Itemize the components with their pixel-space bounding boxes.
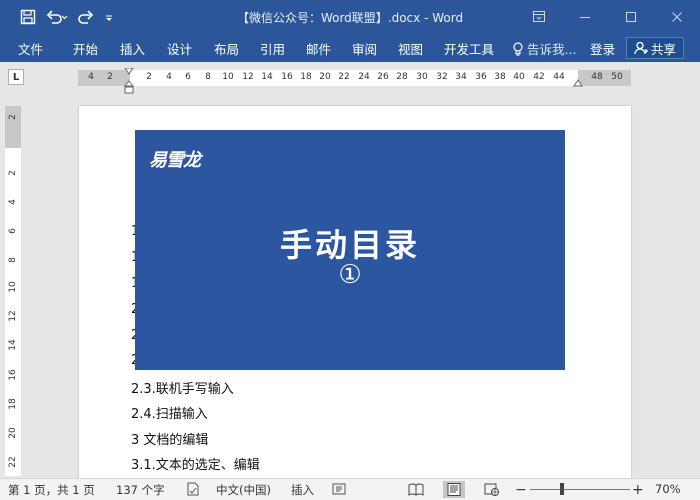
ruler-tick: 10 xyxy=(222,72,234,82)
ruler-tick: 48 xyxy=(591,72,603,82)
tab-design[interactable]: 设计 xyxy=(167,39,192,58)
ruler-tick: 34 xyxy=(455,72,467,82)
status-bar: 第 1 页，共 1 页 137 个字 中文(中国) 插入 − + 70% xyxy=(0,478,700,500)
ruler-tick: 22 xyxy=(338,72,350,82)
share-button[interactable]: 共享 xyxy=(626,37,684,59)
toc-line: 3 文档的编辑 xyxy=(131,433,209,448)
ruler-tick: 2 xyxy=(8,170,18,176)
ruler-tick: 44 xyxy=(553,72,565,82)
ruler-tick: 36 xyxy=(475,72,487,82)
ruler-tick: 20 xyxy=(8,427,18,439)
macro-record-icon[interactable] xyxy=(332,482,346,496)
ruler-tick: 38 xyxy=(494,72,506,82)
tab-layout[interactable]: 布局 xyxy=(214,39,239,58)
language-status[interactable]: 中文(中国) xyxy=(216,482,271,498)
ruler-tick: 24 xyxy=(358,72,370,82)
tab-review[interactable]: 审阅 xyxy=(352,39,377,58)
window-controls xyxy=(516,0,700,34)
insert-mode-status[interactable]: 插入 xyxy=(291,482,314,498)
document-page[interactable]: 1 1 1 2 2 2 2.3.联机手写输入 2.4.扫描输入 3 文档的编辑 … xyxy=(79,106,631,478)
tab-references[interactable]: 引用 xyxy=(260,39,285,58)
ruler-tick: 2 xyxy=(8,114,18,120)
toc-line: 2.3.联机手写输入 xyxy=(131,382,234,397)
ruler-tick: 8 xyxy=(205,72,211,82)
title-bar: 【微信公众号：Word联盟】.docx - Word xyxy=(0,0,700,34)
zoom-slider[interactable] xyxy=(530,489,630,490)
maximize-icon[interactable] xyxy=(608,0,654,34)
ruler-tick: 42 xyxy=(533,72,545,82)
page-count-status[interactable]: 第 1 页，共 1 页 xyxy=(8,482,95,498)
ruler-tick: 22 xyxy=(8,456,18,468)
ruler-tick: 6 xyxy=(185,72,191,82)
tab-file[interactable]: 文件 xyxy=(18,39,43,58)
sign-in-link[interactable]: 登录 xyxy=(590,39,615,58)
ruler-tick: 12 xyxy=(242,72,254,82)
toc-line: 2.4.扫描输入 xyxy=(131,407,208,422)
tell-me-label: 告诉我... xyxy=(527,42,577,57)
zoom-in-button[interactable]: + xyxy=(632,482,644,498)
close-icon[interactable] xyxy=(654,0,700,34)
ruler-tick: 28 xyxy=(396,72,408,82)
lightbulb-icon xyxy=(513,41,523,56)
zoom-slider-thumb[interactable] xyxy=(560,483,564,495)
web-layout-icon[interactable] xyxy=(481,481,503,498)
first-line-indent-marker[interactable] xyxy=(124,68,134,76)
ruler-tick: 6 xyxy=(8,228,18,234)
share-label: 共享 xyxy=(650,41,676,57)
ruler-tick: 16 xyxy=(8,369,18,381)
ruler-tick: 8 xyxy=(8,257,18,263)
read-mode-icon[interactable] xyxy=(405,481,427,498)
redo-icon[interactable] xyxy=(78,6,94,28)
ruler-tick: 14 xyxy=(261,72,273,82)
ruler-tick: 20 xyxy=(319,72,331,82)
zoom-level[interactable]: 70% xyxy=(655,482,681,496)
toc-line: 3.1.文本的选定、编辑 xyxy=(131,458,260,473)
ruler-tick: 12 xyxy=(8,310,18,322)
tab-view[interactable]: 视图 xyxy=(398,39,423,58)
tab-insert[interactable]: 插入 xyxy=(120,39,145,58)
ruler-tick: 32 xyxy=(436,72,448,82)
ruler-tick: 2 xyxy=(146,72,152,82)
ruler-tick: 4 xyxy=(8,199,18,205)
window-title: 【微信公众号：Word联盟】.docx - Word xyxy=(236,11,464,25)
person-icon xyxy=(634,41,648,55)
proofing-icon[interactable] xyxy=(186,482,200,496)
zoom-out-button[interactable]: − xyxy=(515,482,527,498)
ribbon-tabs: 文件 开始 插入 设计 布局 引用 邮件 审阅 视图 开发工具 告诉我... 登… xyxy=(0,34,700,62)
tab-developer[interactable]: 开发工具 xyxy=(444,39,494,58)
right-indent-marker[interactable] xyxy=(573,79,583,87)
ruler-tick: 30 xyxy=(416,72,428,82)
ruler-tick: 4 xyxy=(166,72,172,82)
title-banner-overlay: 易雪龙 手动目录 ① xyxy=(135,130,565,370)
ruler-tick: 2 xyxy=(107,72,113,82)
ruler-tick: 14 xyxy=(8,339,18,351)
tab-stop-selector[interactable]: L xyxy=(8,69,24,85)
word-count-status[interactable]: 137 个字 xyxy=(116,482,165,498)
ruler-tick: 10 xyxy=(8,281,18,293)
tab-home[interactable]: 开始 xyxy=(73,39,98,58)
print-layout-icon[interactable] xyxy=(443,481,465,498)
ruler-tick: 40 xyxy=(513,72,525,82)
ruler-tick: 26 xyxy=(377,72,389,82)
hanging-indent-marker[interactable] xyxy=(124,80,134,94)
tell-me-box[interactable]: 告诉我... xyxy=(512,39,576,58)
ribbon-display-options-icon[interactable] xyxy=(516,0,562,34)
undo-icon[interactable] xyxy=(46,6,68,28)
ruler-tick: 16 xyxy=(281,72,293,82)
ruler-tick: 4 xyxy=(88,72,94,82)
minimize-icon[interactable] xyxy=(562,0,608,34)
save-icon[interactable] xyxy=(20,6,36,28)
ruler-tick: 50 xyxy=(611,72,623,82)
banner-number: ① xyxy=(338,260,362,290)
quick-access-toolbar xyxy=(20,6,114,28)
customize-qat-icon[interactable] xyxy=(104,6,114,28)
tab-mailings[interactable]: 邮件 xyxy=(306,39,331,58)
brand-logo: 易雪龙 xyxy=(149,150,201,171)
ruler-tick: 18 xyxy=(300,72,312,82)
ruler-tick: 18 xyxy=(8,398,18,410)
